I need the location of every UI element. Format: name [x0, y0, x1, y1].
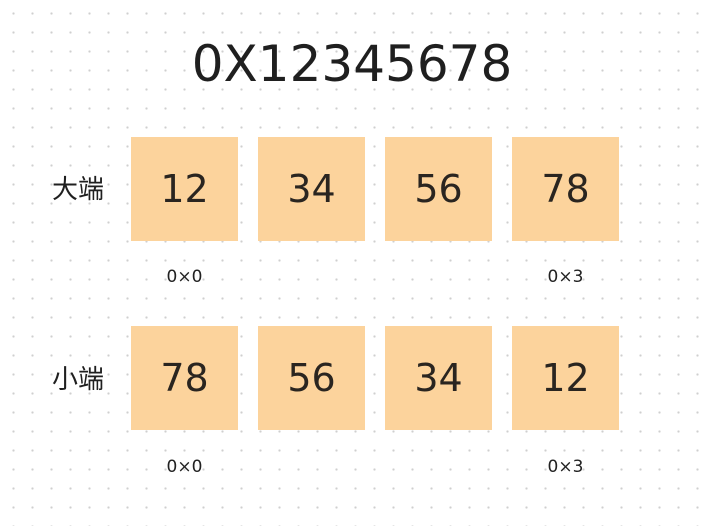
- address-label-first: 0×0: [166, 457, 203, 477]
- byte-cell: 78: [131, 326, 238, 430]
- row-label-little-endian: 小端: [52, 365, 105, 395]
- byte-cell: 34: [258, 137, 365, 241]
- byte-cell: 56: [258, 326, 365, 430]
- byte-cell: 12: [131, 137, 238, 241]
- address-label-first: 0×0: [166, 267, 203, 287]
- byte-cell: 78: [512, 137, 619, 241]
- diagram-title: 0X12345678: [191, 35, 513, 93]
- row-label-big-endian: 大端: [52, 175, 105, 205]
- byte-cell: 12: [512, 326, 619, 430]
- byte-cell: 34: [385, 326, 492, 430]
- address-label-last: 0×3: [547, 267, 584, 287]
- byte-cell: 56: [385, 137, 492, 241]
- address-label-last: 0×3: [547, 457, 584, 477]
